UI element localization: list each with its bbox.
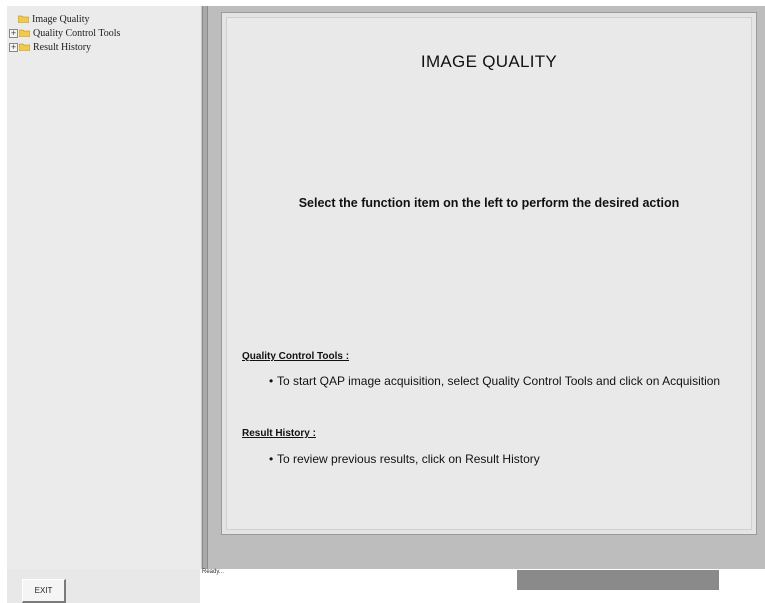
status-bar: Ready... <box>200 569 765 591</box>
tree-item-label: Result History <box>33 41 92 53</box>
progress-bar <box>517 570 719 590</box>
instruction-text: Select the function item on the left to … <box>298 196 680 210</box>
bullet-result-history: • To review previous results, click on R… <box>269 452 737 467</box>
folder-icon <box>19 29 30 37</box>
bullet-text: To start QAP image acquisition, select Q… <box>277 374 721 388</box>
info-panel: IMAGE QUALITY Select the function item o… <box>221 12 757 535</box>
bullet-dot-icon: • <box>269 452 274 466</box>
section-heading-quality-control-tools: Quality Control Tools : <box>242 351 350 362</box>
bullet-quality-control-tools: • To start QAP image acquisition, select… <box>269 374 737 389</box>
bullet-text: To review previous results, click on Res… <box>277 452 540 466</box>
tree-item-label: Image Quality <box>32 13 90 25</box>
expand-plus-icon[interactable]: + <box>9 28 18 38</box>
exit-button[interactable]: EXIT <box>22 579 66 603</box>
bullet-dot-icon: • <box>269 374 274 388</box>
image-quality-window: Image Quality + Quality Control Tools + … <box>0 0 765 603</box>
tree-item-label: Quality Control Tools <box>33 27 121 39</box>
tree-item-result-history[interactable]: + Result History <box>9 40 91 54</box>
expand-plus-icon[interactable]: + <box>9 42 18 52</box>
navigation-tree: Image Quality + Quality Control Tools + … <box>7 6 202 569</box>
tree-item-quality-control-tools[interactable]: + Quality Control Tools <box>9 26 120 40</box>
content-area: IMAGE QUALITY Select the function item o… <box>208 6 765 569</box>
folder-icon <box>18 15 29 23</box>
page-title: IMAGE QUALITY <box>420 52 558 71</box>
folder-icon <box>19 43 30 51</box>
status-text: Ready... <box>202 569 224 575</box>
section-heading-result-history: Result History : <box>242 428 316 439</box>
info-panel-inner: IMAGE QUALITY Select the function item o… <box>226 17 752 530</box>
tree-item-image-quality[interactable]: Image Quality <box>9 12 89 26</box>
